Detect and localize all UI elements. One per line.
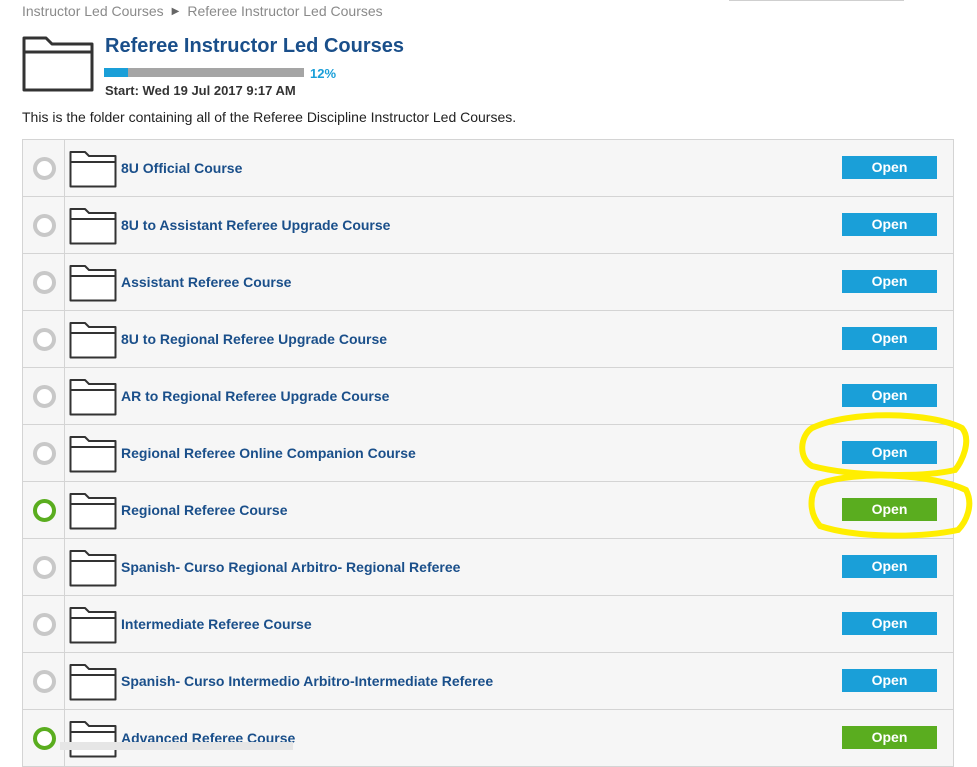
course-name[interactable]: Assistant Referee Course — [121, 274, 291, 290]
course-row: 8U Official Course Open — [23, 140, 953, 197]
course-row: Intermediate Referee Course Open — [23, 596, 953, 653]
course-name[interactable]: Intermediate Referee Course — [121, 616, 312, 632]
breadcrumb-item-instructor-led-courses[interactable]: Instructor Led Courses — [22, 3, 164, 19]
course-name[interactable]: Spanish- Curso Regional Arbitro- Regiona… — [121, 559, 460, 575]
incomplete-status-icon — [33, 271, 56, 294]
completed-status-icon — [33, 727, 56, 750]
course-list: 8U Official Course Open 8U to Assistant Re… — [22, 139, 954, 767]
open-button[interactable]: Open — [842, 612, 937, 635]
course-name[interactable]: Regional Referee Course — [121, 502, 288, 518]
folder-icon — [69, 265, 117, 302]
open-button[interactable]: Open — [842, 384, 937, 407]
start-date: Start: Wed 19 Jul 2017 9:17 AM — [105, 83, 296, 98]
completed-status-icon — [33, 499, 56, 522]
status-cell — [23, 368, 65, 424]
incomplete-status-icon — [33, 385, 56, 408]
open-button[interactable]: Open — [842, 270, 937, 293]
folder-icon — [69, 493, 117, 530]
status-cell — [23, 482, 65, 538]
status-cell — [23, 311, 65, 367]
status-cell — [23, 140, 65, 196]
progress-percent: 12% — [310, 66, 337, 81]
course-row: AR to Regional Referee Upgrade Course Ope… — [23, 368, 953, 425]
page-title: Referee Instructor Led Courses — [105, 35, 404, 57]
folder-icon — [69, 151, 117, 188]
course-row: Advanced Referee Course Open — [23, 710, 953, 767]
incomplete-status-icon — [33, 442, 56, 465]
course-row: Assistant Referee Course Open — [23, 254, 953, 311]
progress-bar — [104, 68, 304, 77]
incomplete-status-icon — [33, 214, 56, 237]
top-divider — [729, 0, 904, 1]
incomplete-status-icon — [33, 556, 56, 579]
course-name[interactable]: 8U Official Course — [121, 160, 242, 176]
course-row: 8U to Assistant Referee Upgrade Course Op… — [23, 197, 953, 254]
course-row: Regional Referee Online Companion Course… — [23, 425, 953, 482]
folder-description: This is the folder containing all of the… — [22, 109, 517, 125]
course-row: Spanish- Curso Intermedio Arbitro-Interm… — [23, 653, 953, 710]
open-button[interactable]: Open — [842, 498, 937, 521]
course-row: Regional Referee Course Open — [23, 482, 953, 539]
folder-icon — [69, 721, 117, 758]
course-name[interactable]: AR to Regional Referee Upgrade Course — [121, 388, 389, 404]
incomplete-status-icon — [33, 157, 56, 180]
status-cell — [23, 197, 65, 253]
folder-icon — [69, 208, 117, 245]
incomplete-status-icon — [33, 613, 56, 636]
folder-icon — [22, 36, 94, 92]
status-cell — [23, 425, 65, 481]
status-cell — [23, 254, 65, 310]
course-name[interactable]: Regional Referee Online Companion Course — [121, 445, 416, 461]
open-button[interactable]: Open — [842, 213, 937, 236]
open-button[interactable]: Open — [842, 327, 937, 350]
breadcrumb: Instructor Led Courses ▶ Referee Instruc… — [22, 3, 383, 19]
incomplete-status-icon — [33, 328, 56, 351]
course-row: 8U to Regional Referee Upgrade Course Ope… — [23, 311, 953, 368]
incomplete-status-icon — [33, 670, 56, 693]
course-name[interactable]: Spanish- Curso Intermedio Arbitro-Interm… — [121, 673, 493, 689]
course-name[interactable]: 8U to Assistant Referee Upgrade Course — [121, 217, 390, 233]
folder-icon — [69, 550, 117, 587]
folder-icon — [69, 379, 117, 416]
breadcrumb-item-referee-instructor-led-courses[interactable]: Referee Instructor Led Courses — [187, 3, 382, 19]
open-button[interactable]: Open — [842, 669, 937, 692]
folder-icon — [69, 664, 117, 701]
horizontal-scrollbar[interactable] — [60, 742, 293, 750]
open-button[interactable]: Open — [842, 555, 937, 578]
status-cell — [23, 710, 65, 766]
course-name[interactable]: 8U to Regional Referee Upgrade Course — [121, 331, 387, 347]
progress-bar-fill — [104, 68, 128, 77]
status-cell — [23, 653, 65, 709]
open-button[interactable]: Open — [842, 156, 937, 179]
status-cell — [23, 539, 65, 595]
status-cell — [23, 596, 65, 652]
open-button[interactable]: Open — [842, 441, 937, 464]
breadcrumb-separator-icon: ▶ — [171, 5, 180, 17]
open-button[interactable]: Open — [842, 726, 937, 749]
course-row: Spanish- Curso Regional Arbitro- Regiona… — [23, 539, 953, 596]
folder-icon — [69, 607, 117, 644]
folder-icon — [69, 436, 117, 473]
folder-icon — [69, 322, 117, 359]
